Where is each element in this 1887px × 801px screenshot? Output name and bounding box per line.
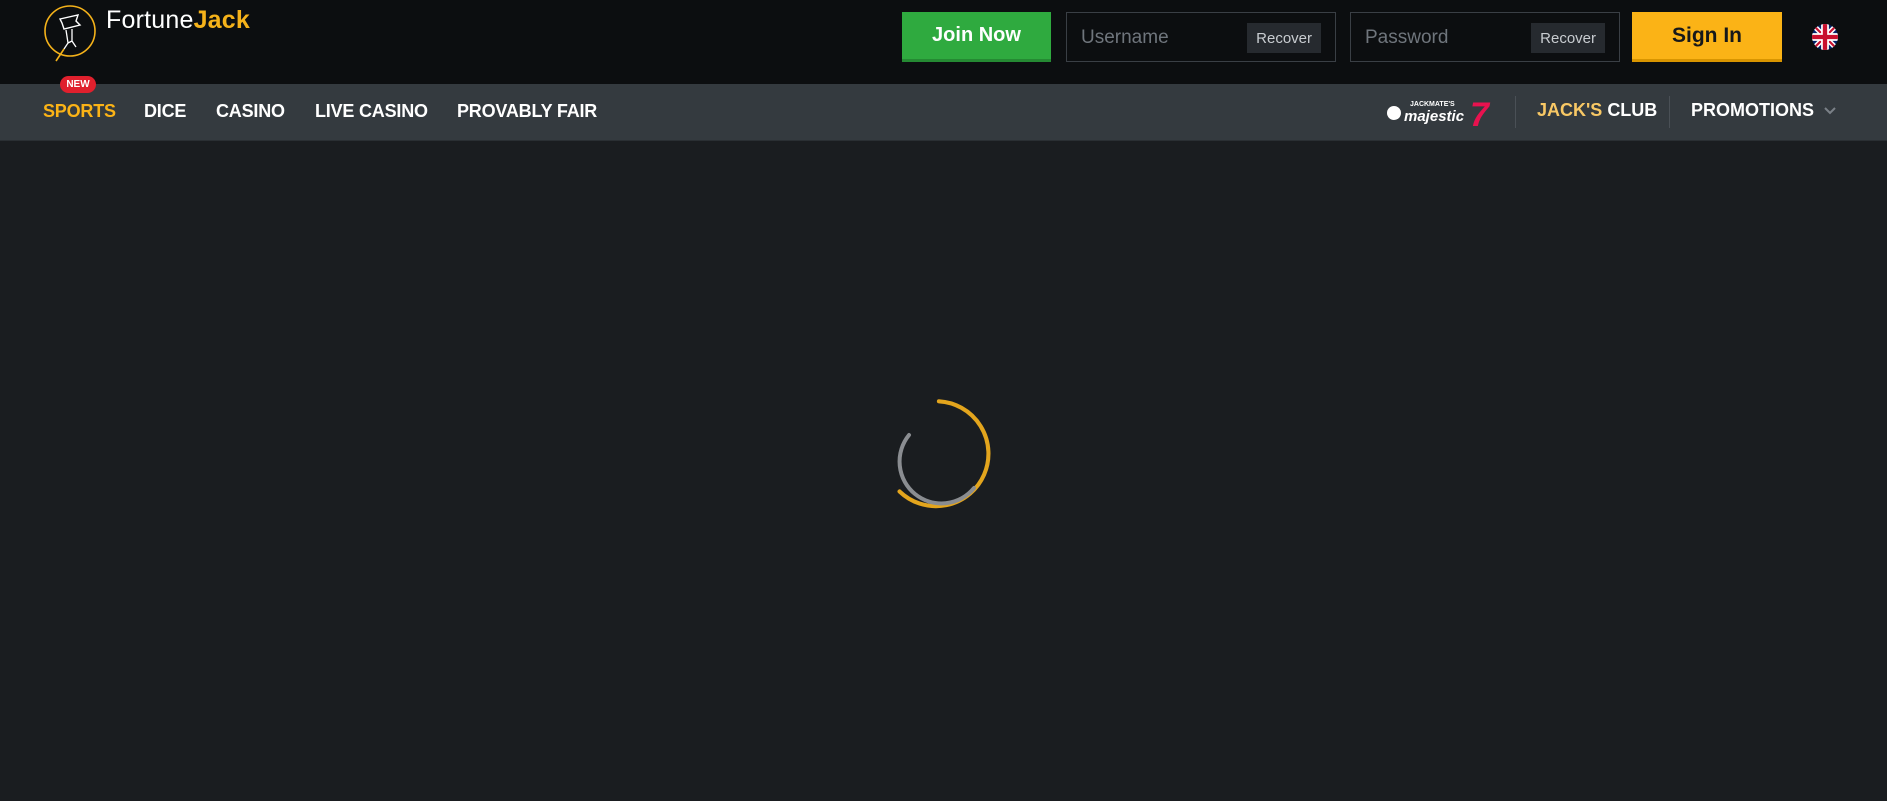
majestic-7-promo-logo[interactable]: JACKMATE'S majestic 7 <box>1382 92 1496 134</box>
new-badge: NEW <box>60 76 96 93</box>
nav-item-provably-fair[interactable]: PROVABLY FAIR <box>457 101 597 122</box>
nav-item-casino[interactable]: CASINO <box>216 101 285 122</box>
password-field-container: Recover <box>1350 12 1620 63</box>
nav-divider <box>1515 96 1516 128</box>
nav-item-promotions[interactable]: PROMOTIONS <box>1691 100 1814 121</box>
logo-text-fortune: Fortune <box>106 5 194 34</box>
majestic-main-text: majestic <box>1404 108 1465 125</box>
nav-item-dice[interactable]: DICE <box>144 101 186 122</box>
join-now-button[interactable]: Join Now <box>902 12 1051 62</box>
jacks-club-label-part1: JACK'S <box>1537 100 1603 120</box>
logo-wordmark: FortuneJack <box>106 6 250 35</box>
nav-item-sports[interactable]: SPORTS <box>43 101 116 122</box>
nav-item-live-casino[interactable]: LIVE CASINO <box>315 101 428 122</box>
nav-divider <box>1669 96 1670 128</box>
uk-flag-icon[interactable] <box>1812 24 1838 50</box>
fortunejack-logo-icon <box>44 5 96 62</box>
nav-item-jacks-club[interactable]: JACK'S CLUB <box>1537 100 1657 121</box>
username-input[interactable] <box>1079 13 1243 63</box>
loading-spinner-icon <box>897 399 991 509</box>
fortunejack-logo[interactable]: FortuneJack <box>42 3 250 67</box>
sign-in-button[interactable]: Sign In <box>1632 12 1782 62</box>
logo-text-jack: Jack <box>193 5 250 34</box>
majestic-7-logo-icon: JACKMATE'S majestic 7 <box>1387 96 1491 134</box>
password-input[interactable] <box>1363 13 1527 63</box>
username-field-container: Recover <box>1066 12 1336 63</box>
chevron-down-icon[interactable] <box>1823 104 1837 118</box>
recover-username-button[interactable]: Recover <box>1247 23 1321 53</box>
recover-password-button[interactable]: Recover <box>1531 23 1605 53</box>
top-header: FortuneJack Join Now Recover Recover Sig… <box>0 0 1887 84</box>
jacks-club-label-part2: CLUB <box>1607 100 1658 120</box>
majestic-number: 7 <box>1470 96 1491 132</box>
majestic-top-text: JACKMATE'S <box>1410 101 1455 108</box>
